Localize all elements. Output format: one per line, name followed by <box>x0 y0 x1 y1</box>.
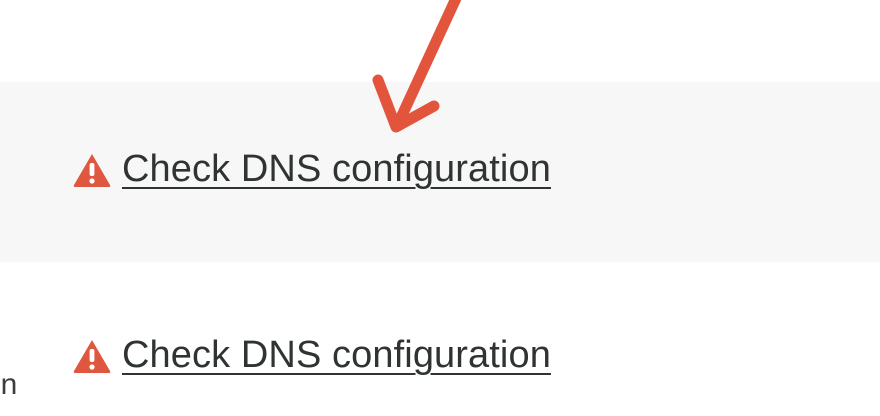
truncated-text: in <box>0 368 18 401</box>
check-dns-configuration-link[interactable]: Check DNS configuration <box>122 334 551 377</box>
warning-icon <box>73 339 111 373</box>
page: Check DNS configuration Check DNS config… <box>0 0 880 416</box>
check-dns-configuration-link[interactable]: Check DNS configuration <box>122 148 551 191</box>
dns-check-row: Check DNS configuration <box>72 334 551 377</box>
warning-icon <box>73 153 111 187</box>
dns-check-row: Check DNS configuration <box>72 148 551 191</box>
